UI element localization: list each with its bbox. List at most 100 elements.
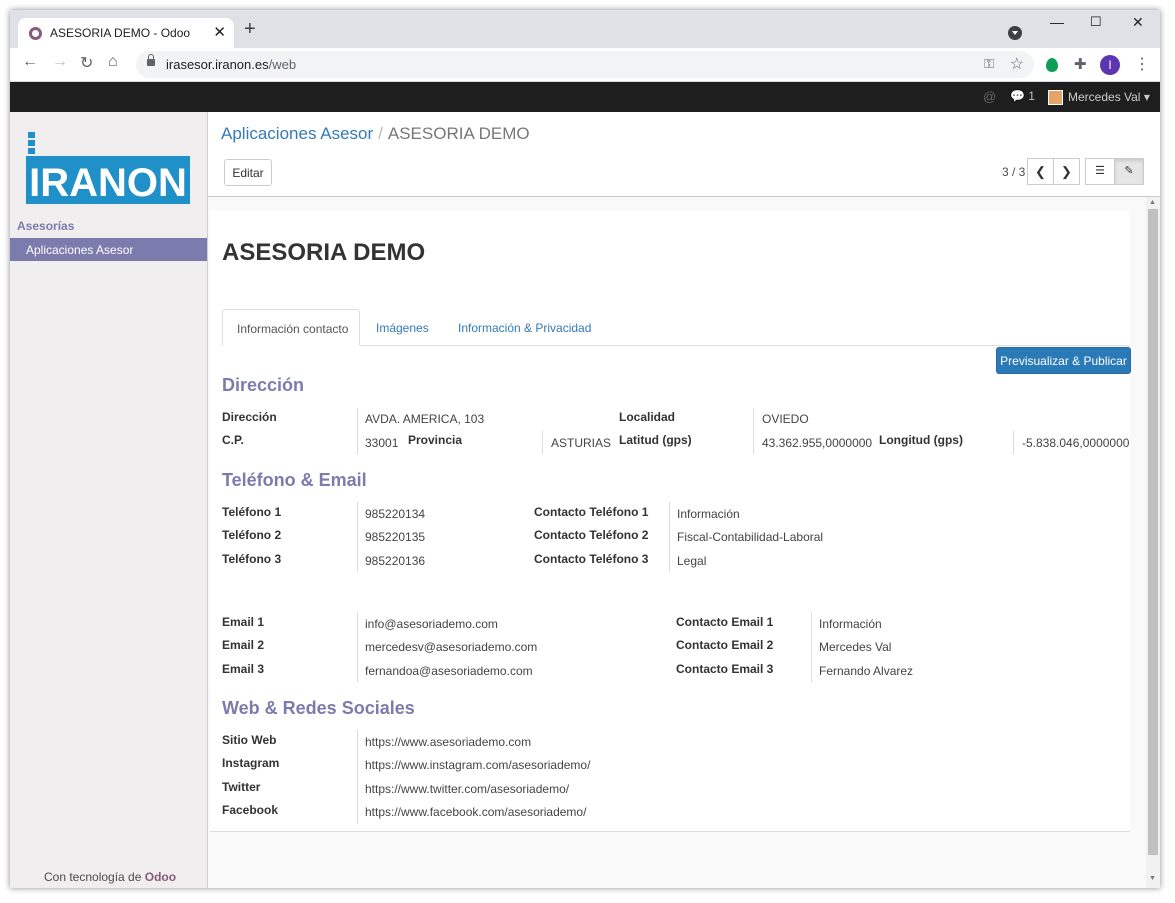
key-icon[interactable]: ⚿ [984,56,994,72]
browser-window: ASESORIA DEMO - Odoo ✕ + — ☐ ✕ ← → ↻ ⌂ i… [10,10,1160,888]
sitio-web-value[interactable]: https://www.asesoriademo.com [365,735,531,749]
contacto-telefono-2-label: Contacto Teléfono 2 [534,528,649,542]
section-title-web-redes: Web & Redes Sociales [222,698,415,718]
pager-value[interactable]: 3 / 3 [1002,165,1025,179]
powered-by: Con tecnología de Odoo [44,870,177,884]
forward-icon[interactable]: → [52,53,68,71]
lock-icon [147,54,155,66]
telefono-1-value[interactable]: 985220134 [365,507,425,521]
latitud-value[interactable]: 43.362.955,0000000 [762,436,872,450]
edit-button[interactable]: Editar [224,159,272,186]
scroll-down-icon[interactable]: ▼ [1149,875,1156,882]
facebook-label: Facebook [222,803,279,817]
window-close-icon[interactable]: ✕ [1132,14,1144,31]
twitter-label: Twitter [222,780,261,794]
longitud-label: Longitud (gps) [879,433,963,447]
facebook-value[interactable]: https://www.facebook.com/asesoriademo/ [365,805,586,819]
user-avatar[interactable] [1048,90,1063,105]
twitter-value[interactable]: https://www.twitter.com/asesoriademo/ [365,782,569,796]
contacto-email-2-value[interactable]: Mercedes Val [819,640,891,654]
localidad-value[interactable]: OVIEDO [762,412,809,426]
contacto-telefono-2-value[interactable]: Fiscal-Contabilidad-Laboral [677,530,823,544]
email-1-value[interactable]: info@asesoriademo.com [365,617,498,631]
new-tab-icon[interactable]: + [244,19,256,39]
breadcrumb: Aplicaciones Asesor / ASESORIA DEMO [221,124,530,143]
browser-toolbar: ← → ↻ ⌂ irasesor.iranon.es/web ⚿ ☆ ✚ I ⋮ [10,48,1160,82]
instagram-value[interactable]: https://www.instagram.com/asesoriademo/ [365,758,590,772]
url-text[interactable]: irasesor.iranon.es/web [166,57,296,72]
tab-strip: ASESORIA DEMO - Odoo ✕ + — ☐ ✕ [10,10,1160,48]
sidebar: IRANON Asesorías Aplicaciones Asesor Con… [10,112,208,888]
longitud-value[interactable]: -5.838.046,0000000 [1022,436,1129,450]
odoo-link[interactable]: Odoo [145,870,176,884]
latitud-label: Latitud (gps) [619,433,692,447]
extensions-puzzle-icon[interactable]: ✚ [1074,55,1087,73]
bookmark-star-icon[interactable]: ☆ [1010,54,1024,74]
address-bar[interactable]: irasesor.iranon.es/web ⚿ ☆ [136,51,1034,78]
direccion-value[interactable]: AVDA. AMERICA, 103 [365,412,484,426]
cp-value[interactable]: 33001 [365,436,398,450]
browser-tab[interactable]: ASESORIA DEMO - Odoo ✕ [18,18,234,48]
contacto-email-3-value[interactable]: Fernando Alvarez [819,664,913,678]
contacto-telefono-3-label: Contacto Teléfono 3 [534,552,649,566]
scrollbar[interactable]: ▲ ▼ [1146,197,1160,888]
breadcrumb-current: ASESORIA DEMO [387,124,530,143]
preview-publish-button[interactable]: Previsualizar & Publicar [996,347,1131,374]
scrollbar-thumb[interactable] [1148,209,1158,855]
form-tabs: Información contacto Imágenes Informació… [222,309,1130,346]
contacto-telefono-1-label: Contacto Teléfono 1 [534,505,649,519]
telefono-2-value[interactable]: 985220135 [365,530,425,544]
menu-section-asesorias[interactable]: Asesorías [17,219,74,233]
profile-avatar[interactable]: I [1100,55,1120,75]
telefono-3-label: Teléfono 3 [222,552,282,566]
tab-imagenes[interactable]: Imágenes [376,309,429,346]
provincia-value[interactable]: ASTURIAS [551,436,611,450]
email-3-value[interactable]: fernandoa@asesoriademo.com [365,664,533,678]
contacto-email-3-label: Contacto Email 3 [676,662,774,676]
localidad-label: Localidad [619,410,676,424]
tab-title: ASESORIA DEMO - Odoo [50,26,191,40]
telefono-3-value[interactable]: 985220136 [365,554,425,568]
form-view-icon[interactable]: ✎ [1114,158,1144,185]
email-2-value[interactable]: mercedesv@asesoriademo.com [365,640,537,654]
iranon-logo: IRANON [26,132,190,204]
reload-icon[interactable]: ↻ [80,53,93,73]
close-tab-icon[interactable]: ✕ [213,23,226,41]
contacto-email-1-value[interactable]: Información [819,617,882,631]
minimize-icon[interactable]: — [1050,14,1064,30]
contacto-telefono-1-value[interactable]: Información [677,507,740,521]
maximize-icon[interactable]: ☐ [1090,14,1102,30]
contacto-telefono-3-value[interactable]: Legal [677,554,706,568]
next-record-icon[interactable]: ❯ [1053,158,1080,185]
email-1-label: Email 1 [222,615,265,629]
instagram-label: Instagram [222,756,280,770]
section-title-telefono-email: Teléfono & Email [222,470,367,490]
provincia-label: Provincia [408,433,463,447]
back-icon[interactable]: ← [22,53,38,71]
cp-label: C.P. [222,433,244,447]
tab-informacion-contacto[interactable]: Información contacto [222,309,360,346]
home-icon[interactable]: ⌂ [108,53,118,71]
svg-text:IRANON: IRANON [29,161,187,204]
list-view-icon[interactable]: ☰ [1085,158,1115,185]
breadcrumb-parent[interactable]: Aplicaciones Asesor [221,124,373,143]
previous-record-icon[interactable]: ❮ [1027,158,1054,185]
odoo-top-bar: @ 💬 1 Mercedes Val ▾ [10,82,1160,112]
odoo-favicon-icon [29,27,42,40]
form-sheet: ASESORIA DEMO Información contacto Imáge… [210,210,1131,832]
chat-icon: 💬 [1010,89,1025,103]
telefono-2-label: Teléfono 2 [222,528,282,542]
email-2-label: Email 2 [222,638,265,652]
mentions-icon[interactable]: @ [983,89,996,104]
scroll-up-icon[interactable]: ▲ [1149,199,1156,206]
browser-menu-icon[interactable]: ⋮ [1134,54,1150,74]
tab-search-icon[interactable] [1008,26,1022,40]
extension-icon[interactable] [1046,58,1058,72]
messages-button[interactable]: 💬 1 [1010,89,1035,103]
control-panel: Aplicaciones Asesor / ASESORIA DEMO Editar… [208,112,1160,197]
user-menu[interactable]: Mercedes Val ▾ [1068,90,1150,104]
contacto-email-1-label: Contacto Email 1 [676,615,774,629]
section-title-direccion: Dirección [222,375,305,395]
tab-informacion-privacidad[interactable]: Información & Privacidad [458,309,591,346]
sidebar-item-aplicaciones-asesor[interactable]: Aplicaciones Asesor [10,238,207,261]
